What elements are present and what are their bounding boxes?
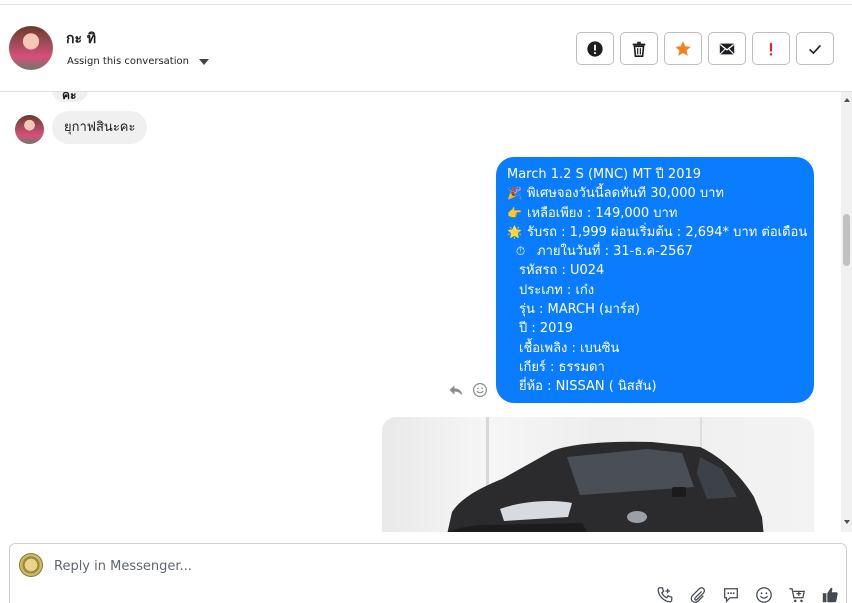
assign-conversation-dropdown[interactable]: Assign this conversation (67, 56, 209, 67)
scroll-down-arrow-icon[interactable] (844, 520, 850, 524)
incoming-message-bubble[interactable]: ยุกาฟสินะคะ (52, 111, 148, 144)
conversation-header: กะ ทิ Assign this conversation (0, 4, 852, 92)
message-line: ยี่ห้อ : NISSAN ( นิสสัน) (507, 377, 804, 396)
important-button[interactable] (752, 32, 790, 65)
envelope-icon (719, 43, 735, 54)
message-line-text: รหัสรถ : U024 (519, 263, 605, 279)
exclamation-circle-icon (587, 40, 603, 57)
message-line-text: ยี่ห้อ : NISSAN ( นิสสัน) (519, 379, 657, 395)
email-button[interactable] (708, 32, 746, 65)
done-button[interactable] (796, 32, 834, 65)
message-line-text: ภายในวันที่ : 31-ธ.ค-2567 (537, 244, 693, 260)
check-icon (809, 44, 821, 54)
message-line: รหัสรถ : U024 (507, 261, 804, 280)
message-line: 🎉 พิเศษจองวันนี้ลดทันที 30,000 บาท (507, 184, 804, 203)
scroll-thumb[interactable] (843, 214, 850, 266)
message-line: ประเภท : เก๋ง (507, 281, 804, 300)
message-line: March 1.2 S (MNC) MT ปี 2019 (507, 165, 804, 184)
reply-icon[interactable] (448, 382, 464, 398)
car-photo (447, 441, 764, 532)
message-line-text: ปี : 2019 (519, 321, 573, 337)
reply-composer (9, 543, 847, 603)
attachment-paperclip-icon[interactable] (689, 586, 707, 603)
message-line-text: March 1.2 S (MNC) MT ปี 2019 (507, 167, 702, 182)
conversation-actions (576, 32, 834, 65)
assign-label: Assign this conversation (67, 56, 189, 67)
message-line-text: เกียร์ : ธรรมดา (519, 359, 605, 375)
message-line: 🌟 รับรถ : 1,999 ผ่อนเริ่มต้น : 2,694* บาท… (507, 223, 808, 242)
sparkle-star-icon: 🌟 (507, 224, 522, 239)
caret-down-icon (198, 58, 209, 65)
pointing-hand-icon: 👉 (507, 205, 522, 220)
message-hover-tools (448, 382, 488, 398)
spam-button[interactable] (576, 32, 614, 65)
scroll-up-arrow-icon[interactable] (844, 98, 850, 102)
message-line-text: รุ่น : MARCH (มาร์ส) (519, 302, 640, 318)
message-line: รุ่น : MARCH (มาร์ส) (507, 300, 804, 319)
car-photo-attachment[interactable] (382, 417, 814, 532)
reply-input[interactable] (54, 557, 554, 575)
saved-replies-icon[interactable] (722, 586, 740, 603)
add-to-cart-icon[interactable] (788, 586, 806, 603)
message-line: เชื้อเพลิง : เบนซิน (507, 339, 804, 358)
message-line-text: ประเภท : เก๋ง (519, 282, 595, 298)
page-avatar (19, 553, 43, 577)
composer-toolbar (656, 586, 839, 603)
message-thread[interactable]: คะ ยุกาฟสินะคะ March 1.2 S (MNC) MT ปี 2… (0, 92, 852, 532)
trash-icon (632, 41, 646, 57)
incoming-message-bubble[interactable]: คะ (52, 92, 88, 102)
chat-scrollbar[interactable] (841, 92, 852, 532)
emoji-icon[interactable] (755, 586, 773, 603)
outgoing-message-bubble[interactable]: March 1.2 S (MNC) MT ปี 2019 🎉 พิเศษจองวั… (496, 157, 814, 403)
thumbs-up-icon[interactable] (821, 586, 839, 603)
message-line: ⏱ ภายในวันที่ : 31-ธ.ค-2567 (507, 242, 804, 261)
message-line-text: พิเศษจองวันนี้ลดทันที 30,000 บาท (527, 186, 724, 202)
delete-button[interactable] (620, 32, 658, 65)
stopwatch-icon: ⏱ (515, 244, 526, 259)
message-line-text: เชื้อเพลิง : เบนซิน (519, 340, 620, 356)
message-line: 👉 เหลือเพียง : 149,000 บาท (507, 204, 804, 223)
call-icon[interactable] (656, 586, 674, 603)
contact-avatar[interactable] (9, 26, 53, 70)
star-button[interactable] (664, 32, 702, 65)
message-line-text: เหลือเพียง : 149,000 บาท (527, 205, 678, 221)
exclamation-icon (769, 42, 773, 56)
smiley-reaction-icon[interactable] (472, 382, 488, 398)
message-line: เกียร์ : ธรรมดา (507, 358, 804, 377)
message-line-text: รับรถ : 1,999 ผ่อนเริ่มต้น : 2,694* บาท … (526, 224, 808, 240)
inbox-conversation-view: กะ ทิ Assign this conversation คะ ยุกาฟส… (0, 0, 852, 603)
contact-avatar-small (15, 115, 44, 144)
star-icon (675, 40, 691, 56)
party-popper-icon: 🎉 (507, 186, 522, 201)
contact-name[interactable]: กะ ทิ (66, 28, 96, 50)
message-line: ปี : 2019 (507, 319, 804, 338)
